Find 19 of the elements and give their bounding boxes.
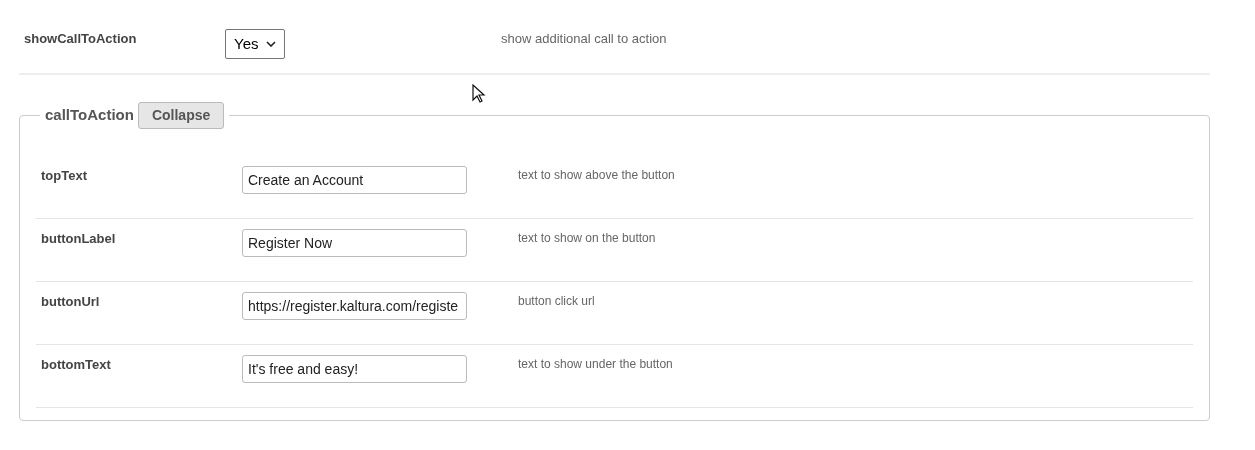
- text-field[interactable]: It's free and easy!: [242, 355, 467, 383]
- field-label: topText: [40, 167, 88, 185]
- field-label: bottomText: [40, 356, 112, 374]
- caret-icon: [266, 41, 277, 47]
- field-label: buttonUrl: [40, 293, 101, 311]
- field-description: text to show above the button: [518, 167, 675, 184]
- text-field[interactable]: Register Now: [242, 229, 467, 257]
- collapse-button[interactable]: Collapse: [137, 102, 225, 129]
- yes-no-select[interactable]: Yes: [225, 29, 286, 59]
- group-title: callToAction: [45, 105, 134, 126]
- field-description: button click url: [518, 293, 595, 310]
- mouse-pointer-icon: [472, 84, 486, 103]
- text-field[interactable]: https://register.kaltura.com/registe: [242, 292, 467, 320]
- field-description: text to show under the button: [518, 356, 673, 373]
- text-field[interactable]: Create an Account: [242, 166, 467, 194]
- field-label: buttonLabel: [40, 230, 117, 248]
- setting-description: show additional call to action: [501, 30, 667, 48]
- field-description: text to show on the button: [518, 230, 656, 247]
- setting-label: showCallToAction: [23, 30, 138, 48]
